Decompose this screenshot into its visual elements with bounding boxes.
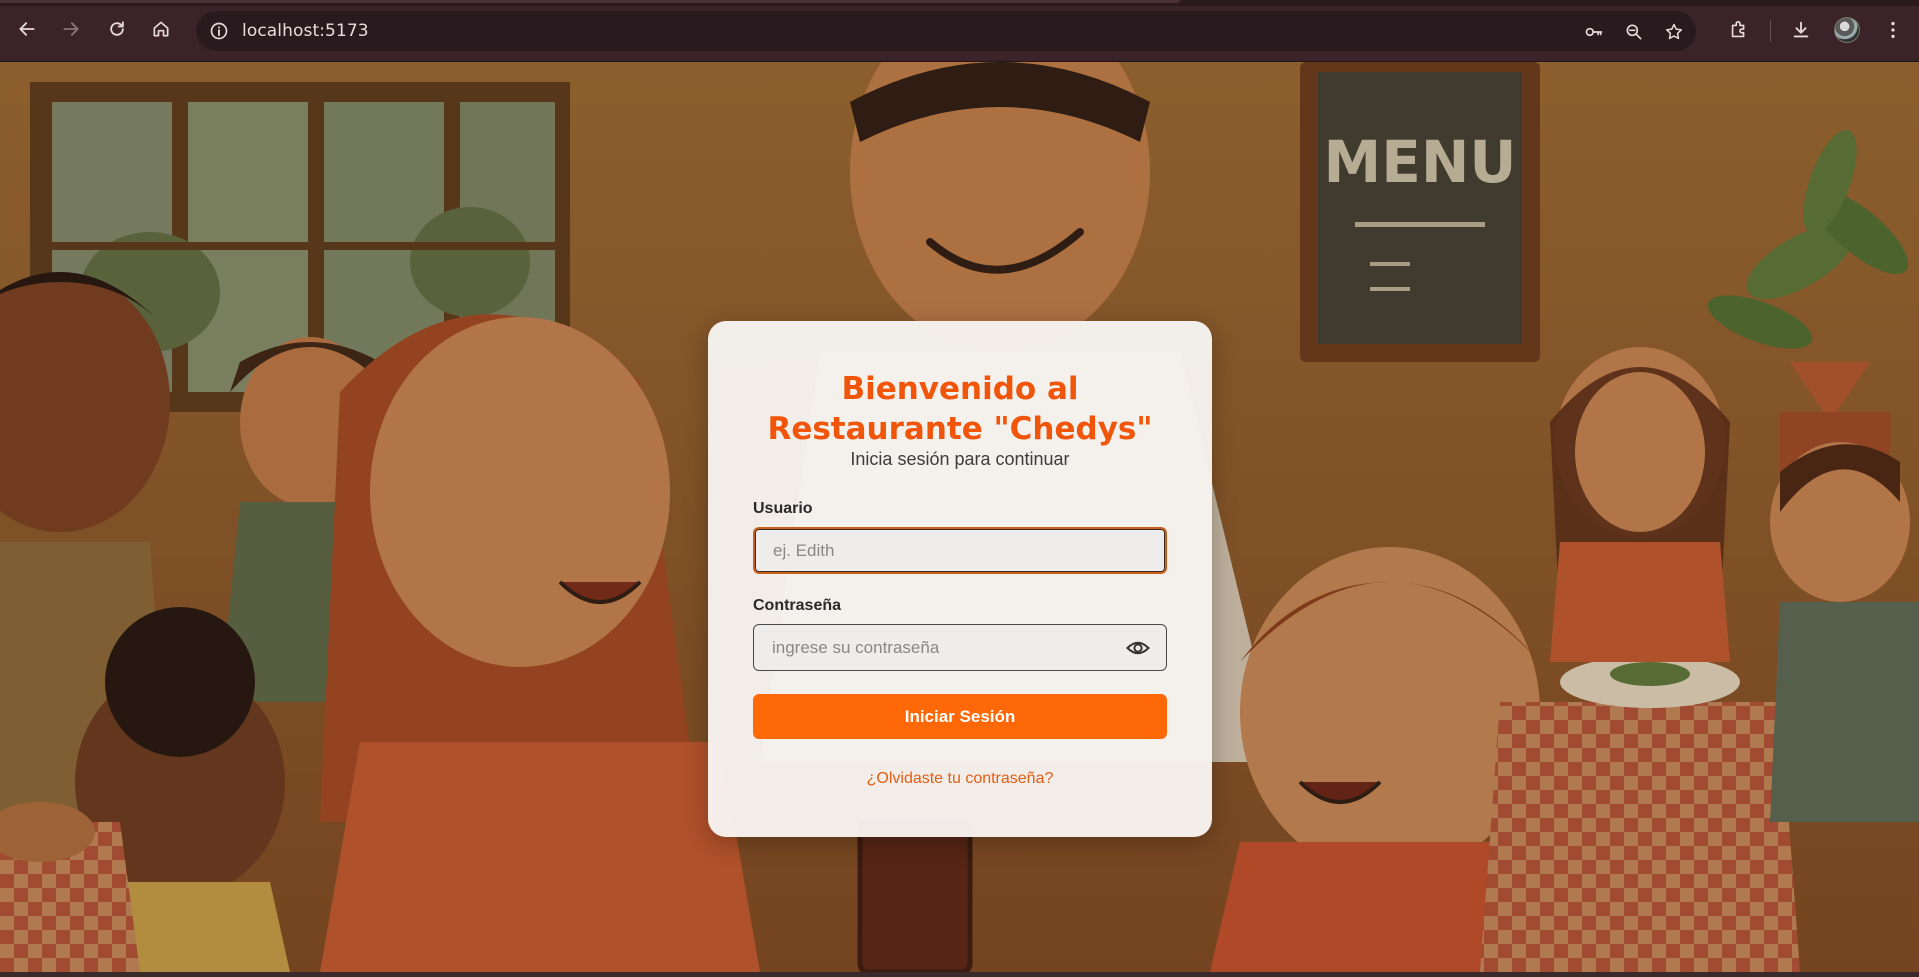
address-bar[interactable]: localhost:5173 — [196, 11, 1696, 51]
profile-avatar[interactable] — [1834, 17, 1860, 43]
login-title-line-1: Bienvenido al — [841, 371, 1079, 407]
login-title-line-2: Restaurante "Chedys" — [767, 411, 1153, 447]
downloads-button[interactable] — [1788, 17, 1814, 43]
bookmark-button[interactable] — [1662, 20, 1686, 44]
tab-strip — [0, 0, 1919, 6]
info-icon — [210, 22, 228, 40]
home-button[interactable] — [146, 14, 176, 44]
tab-strip-edge — [0, 0, 1180, 3]
home-icon — [153, 21, 169, 37]
login-submit-button[interactable]: Iniciar Sesión — [753, 694, 1167, 739]
kebab-menu-icon — [1891, 21, 1895, 39]
key-icon — [1585, 27, 1603, 37]
reload-icon — [110, 21, 124, 36]
window-bottom-edge — [0, 972, 1919, 977]
browser-toolbar: localhost:5173 — [0, 0, 1919, 62]
login-title: Bienvenido al Restaurante "Chedys" — [708, 369, 1212, 449]
browser-menu-button[interactable] — [1880, 17, 1906, 43]
password-label: Contraseña — [753, 597, 842, 614]
forgot-password-link[interactable]: ¿Olvidaste tu contraseña? — [708, 770, 1212, 788]
login-subtitle: Inicia sesión para continuar — [850, 449, 1070, 469]
site-info-button[interactable] — [208, 20, 230, 42]
star-icon — [1665, 23, 1683, 40]
toolbar-divider — [1770, 20, 1771, 42]
puzzle-icon — [1731, 20, 1745, 38]
password-manager-button[interactable] — [1582, 20, 1606, 44]
arrow-right-icon — [63, 22, 79, 36]
login-page: MENU Bienvenido al Restaurante "Chedys" … — [0, 62, 1919, 972]
forward-button[interactable] — [56, 14, 86, 44]
reload-button[interactable] — [102, 14, 132, 44]
zoom-button[interactable] — [1622, 20, 1646, 44]
url-text[interactable]: localhost:5173 — [242, 21, 369, 41]
eye-icon — [1126, 641, 1150, 655]
login-card: Bienvenido al Restaurante "Chedys" Inici… — [708, 321, 1212, 837]
zoom-out-icon — [1626, 24, 1642, 40]
extensions-button[interactable] — [1726, 17, 1752, 43]
username-label: Usuario — [753, 500, 813, 517]
arrow-left-icon — [19, 22, 35, 36]
password-input[interactable] — [753, 624, 1167, 671]
back-button[interactable] — [12, 14, 42, 44]
toggle-password-visibility-button[interactable] — [1126, 637, 1150, 659]
download-icon — [1793, 21, 1809, 38]
username-input[interactable] — [753, 527, 1167, 574]
